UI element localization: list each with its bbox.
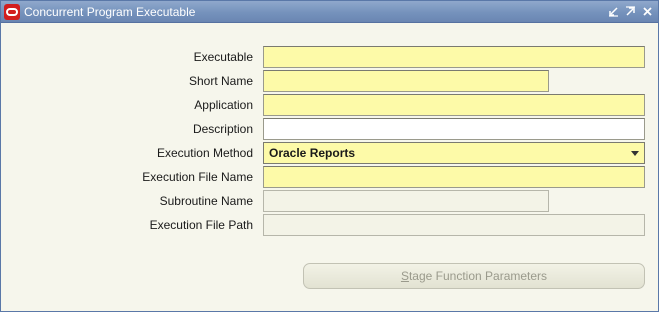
- window-title: Concurrent Program Executable: [24, 4, 196, 19]
- execution-file-name-field[interactable]: [263, 166, 645, 188]
- close-icon[interactable]: [640, 4, 654, 18]
- subroutine-name-field[interactable]: [263, 190, 549, 212]
- short-name-field[interactable]: [263, 70, 549, 92]
- application-field[interactable]: [263, 94, 645, 116]
- oracle-logo-icon: [4, 3, 20, 20]
- stage-function-parameters-mnemonic: S: [400, 269, 409, 283]
- execution-method-label: Execution Method: [156, 146, 253, 160]
- stage-function-parameters-button[interactable]: Stage Function Parameters: [303, 263, 645, 289]
- minimize-icon[interactable]: [606, 4, 620, 18]
- stage-function-parameters-label: tage Function Parameters: [408, 269, 548, 283]
- executable-form: Executable Short Name Application Descri…: [1, 23, 658, 311]
- title-bar[interactable]: Concurrent Program Executable: [1, 1, 658, 23]
- execution-method-value: Oracle Reports: [269, 146, 356, 160]
- description-field[interactable]: [263, 118, 645, 140]
- execution-file-name-label: Execution File Name: [142, 170, 253, 184]
- window-controls: [606, 4, 654, 18]
- subroutine-name-row: Subroutine Name: [1, 190, 658, 212]
- executable-row: Executable: [1, 46, 658, 68]
- maximize-icon[interactable]: [623, 4, 637, 18]
- subroutine-name-label: Subroutine Name: [159, 194, 253, 208]
- description-label: Description: [192, 122, 253, 136]
- description-row: Description: [1, 118, 658, 140]
- short-name-row: Short Name: [1, 70, 658, 92]
- application-label: Application: [194, 98, 253, 112]
- execution-method-select[interactable]: Oracle Reports: [263, 142, 645, 164]
- execution-file-path-label: Execution File Path: [149, 218, 253, 232]
- concurrent-program-executable-window: Concurrent Program Executable Executable…: [0, 0, 659, 312]
- execution-file-path-row: Execution File Path: [1, 214, 658, 236]
- dropdown-arrow-icon[interactable]: [628, 144, 642, 162]
- execution-file-path-field[interactable]: [263, 214, 645, 236]
- short-name-label: Short Name: [188, 74, 253, 88]
- executable-label: Executable: [193, 50, 253, 64]
- execution-method-row: Execution Method Oracle Reports: [1, 142, 658, 164]
- executable-field[interactable]: [263, 46, 645, 68]
- execution-file-name-row: Execution File Name: [1, 166, 658, 188]
- application-row: Application: [1, 94, 658, 116]
